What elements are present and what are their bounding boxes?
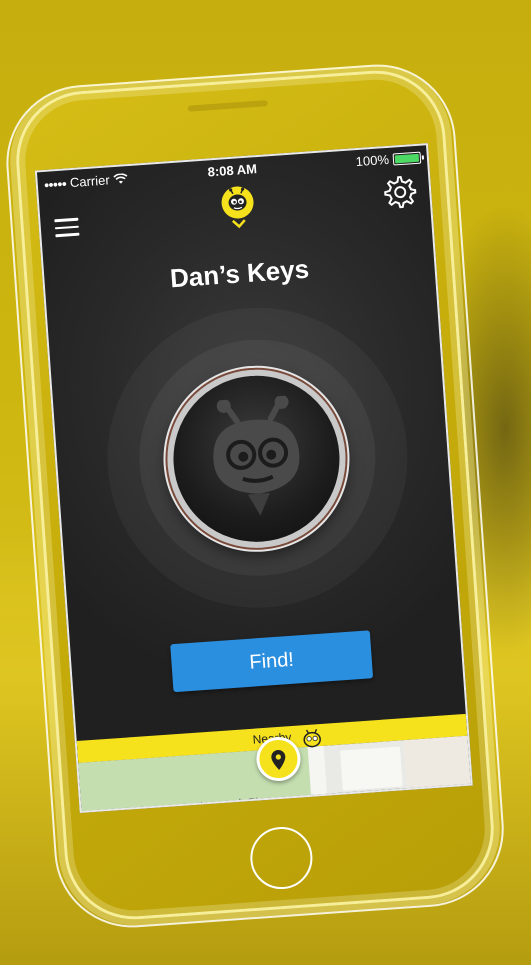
map-building — [340, 746, 403, 791]
battery-percent: 100% — [355, 151, 390, 170]
find-button[interactable]: Find! — [170, 630, 374, 693]
device-title: Dan’s Keys — [169, 253, 311, 294]
status-right: 100% — [355, 150, 422, 170]
location-pin-icon — [271, 750, 286, 770]
battery-icon — [392, 151, 422, 166]
app-screen: ●●●●● Carrier 8:08 AM 100% Dan’s Keys Fi… — [34, 143, 473, 813]
gear-icon[interactable] — [382, 174, 418, 210]
bee-face-icon — [213, 394, 300, 516]
battery-fill — [394, 153, 420, 163]
phone: ●●●●● Carrier 8:08 AM 100% Dan’s Keys Fi… — [1, 59, 509, 933]
hamburger-menu-icon[interactable] — [54, 217, 80, 238]
bee-map-marker-icon[interactable] — [300, 728, 323, 751]
chevron-down-icon[interactable] — [231, 218, 248, 229]
bee-logo-icon[interactable] — [220, 185, 255, 220]
